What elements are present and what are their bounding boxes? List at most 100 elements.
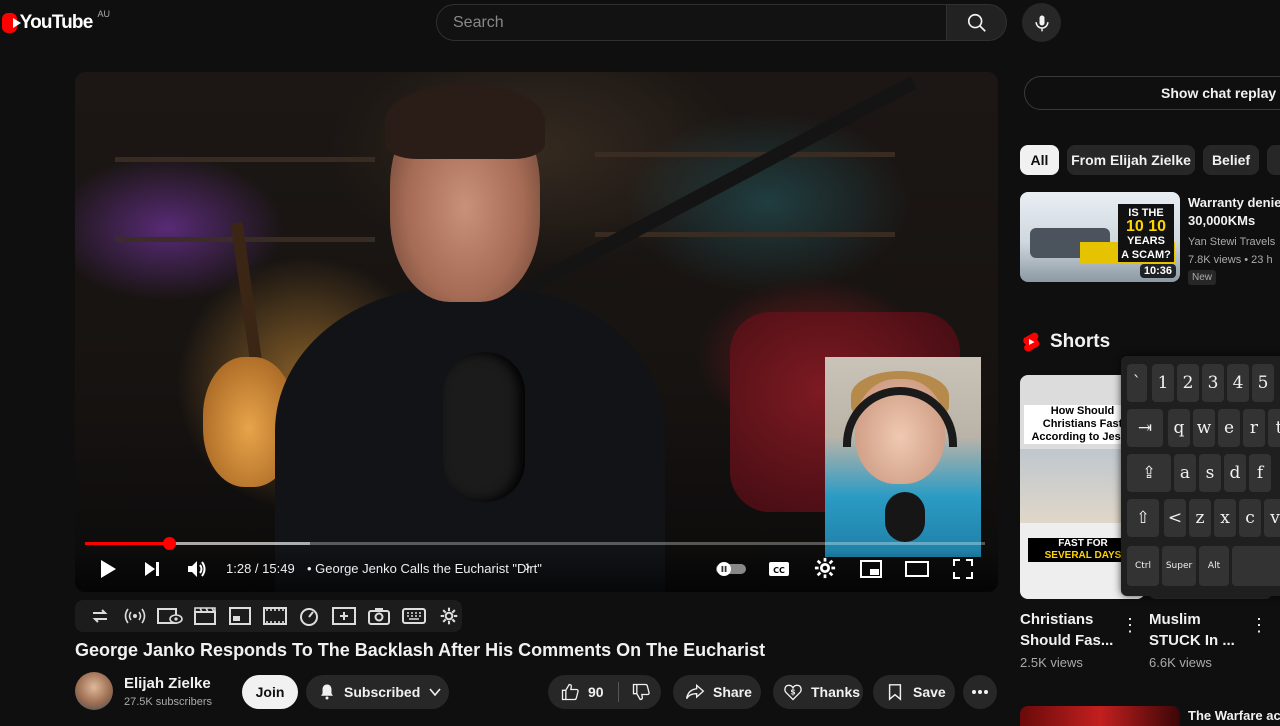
- next-button[interactable]: [139, 556, 165, 582]
- camera-icon[interactable]: [366, 605, 392, 627]
- progress-scrubber[interactable]: [162, 537, 176, 550]
- keyboard-key[interactable]: c: [1239, 499, 1261, 537]
- play-icon: [101, 560, 116, 578]
- share-button[interactable]: Share: [673, 675, 761, 709]
- keyboard-key[interactable]: 1: [1152, 364, 1174, 402]
- shift-key[interactable]: ⇧: [1127, 499, 1159, 537]
- settings-button[interactable]: [813, 556, 837, 580]
- recommended-channel[interactable]: Yan Stewi Travels: [1188, 236, 1275, 248]
- loop-icon[interactable]: [87, 605, 113, 627]
- podcast-microphone: [443, 352, 525, 502]
- video-player[interactable]: 1:28 / 15:49 • George Jenko Calls the Eu…: [75, 72, 998, 592]
- voice-search-button[interactable]: [1022, 3, 1061, 42]
- speed-gauge-icon[interactable]: [297, 605, 323, 627]
- show-chat-replay-button[interactable]: Show chat replay: [1024, 76, 1280, 110]
- chip-next[interactable]: [1267, 145, 1280, 175]
- bell-icon: [321, 684, 333, 700]
- fullscreen-button[interactable]: [951, 557, 975, 581]
- channel-name[interactable]: Elijah Zielke: [124, 675, 211, 692]
- chip-all[interactable]: All: [1020, 145, 1059, 175]
- picture-in-picture-icon[interactable]: [227, 605, 253, 627]
- channel-avatar[interactable]: [75, 672, 113, 710]
- extension-settings-icon[interactable]: [436, 605, 462, 627]
- keyboard-key[interactable]: 2: [1177, 364, 1199, 402]
- thanks-button[interactable]: $ Thanks: [773, 675, 863, 709]
- broadcast-icon[interactable]: [122, 605, 148, 627]
- search-icon: [967, 13, 986, 32]
- volume-button[interactable]: [184, 556, 210, 582]
- keyboard-key[interactable]: e: [1218, 409, 1240, 447]
- subscribed-button[interactable]: Subscribed: [306, 675, 449, 709]
- join-button[interactable]: Join: [242, 675, 298, 709]
- more-vertical-icon[interactable]: ⋮: [1250, 615, 1268, 635]
- next-video-title[interactable]: The Warfare ac: [1188, 708, 1280, 723]
- tab-key[interactable]: ⇥: [1127, 409, 1163, 447]
- keyboard-key[interactable]: `: [1127, 364, 1147, 402]
- chapter-title[interactable]: • George Jenko Calls the Eucharist "Dirt…: [307, 561, 542, 576]
- miniplayer-icon: [860, 560, 882, 578]
- svg-text:$: $: [790, 688, 795, 697]
- more-vertical-icon[interactable]: ⋮: [1121, 615, 1139, 635]
- autoplay-toggle[interactable]: [715, 558, 747, 580]
- recommended-meta: 7.8K views • 23 h: [1188, 254, 1273, 266]
- keyboard-key[interactable]: 4: [1227, 364, 1249, 402]
- thanks-label: Thanks: [811, 684, 861, 700]
- subtitles-button[interactable]: CC: [767, 558, 791, 580]
- chapter-chevron-icon[interactable]: ›: [525, 558, 530, 576]
- youtube-logo[interactable]: YouTube AU: [0, 8, 110, 38]
- keyboard-key[interactable]: v: [1264, 499, 1280, 537]
- keyboard-key[interactable]: x: [1214, 499, 1236, 537]
- more-actions-button[interactable]: [963, 675, 997, 709]
- keyboard-key[interactable]: d: [1224, 454, 1246, 492]
- keyboard-key[interactable]: 3: [1202, 364, 1224, 402]
- miniplayer-button[interactable]: [859, 558, 883, 580]
- shorts-icon: [1023, 332, 1040, 352]
- video-eye-icon[interactable]: [156, 605, 183, 627]
- shorts-label: Shorts: [1050, 331, 1111, 352]
- chip-belief[interactable]: Belief: [1203, 145, 1259, 175]
- super-key[interactable]: Super: [1162, 546, 1196, 586]
- time-display: 1:28 / 15:49: [226, 561, 295, 576]
- theater-icon: [905, 561, 929, 577]
- keyboard-key[interactable]: t: [1268, 409, 1280, 447]
- thumbs-up-icon: [561, 683, 579, 701]
- keyboard-key[interactable]: z: [1189, 499, 1211, 537]
- save-button[interactable]: Save: [873, 675, 955, 709]
- like-button[interactable]: 90: [560, 682, 619, 702]
- dislike-button[interactable]: [619, 682, 651, 702]
- play-button[interactable]: [95, 556, 121, 582]
- next-video-thumbnail[interactable]: [1020, 706, 1180, 726]
- keyboard-key[interactable]: s: [1199, 454, 1221, 492]
- short-title[interactable]: Muslim STUCK In ...: [1149, 609, 1235, 651]
- keyboard-key[interactable]: w: [1193, 409, 1215, 447]
- short-title[interactable]: Christians Should Fas...: [1020, 609, 1113, 651]
- caps-lock-key[interactable]: ⇪: [1127, 454, 1171, 492]
- keyboard-key[interactable]: a: [1174, 454, 1196, 492]
- keyboard-icon[interactable]: [401, 605, 427, 627]
- volume-icon: [188, 561, 206, 577]
- keyboard-key[interactable]: f: [1249, 454, 1271, 492]
- keyboard-key[interactable]: q: [1168, 409, 1190, 447]
- keyboard-key[interactable]: <: [1164, 499, 1186, 537]
- add-screenshot-icon[interactable]: [331, 605, 357, 627]
- cc-icon: CC: [769, 562, 789, 576]
- theater-mode-button[interactable]: [904, 558, 930, 580]
- film-strip-icon[interactable]: [262, 605, 288, 627]
- clapperboard-icon[interactable]: [192, 605, 218, 627]
- alt-key[interactable]: Alt: [1199, 546, 1229, 586]
- short-views: 2.5K views: [1020, 655, 1083, 670]
- search-input[interactable]: [453, 13, 946, 32]
- recommended-video-thumbnail[interactable]: IS THE 10 10 YEARS A SCAM? 10:36: [1020, 192, 1180, 282]
- keyboard-key[interactable]: 5: [1252, 364, 1274, 402]
- region-code: AU: [97, 9, 110, 19]
- keyboard-key[interactable]: r: [1243, 409, 1265, 447]
- space-key[interactable]: [1232, 546, 1280, 586]
- search-button[interactable]: [946, 4, 1007, 41]
- share-label: Share: [713, 684, 752, 700]
- ctrl-key[interactable]: Ctrl: [1127, 546, 1159, 586]
- chip-from-channel[interactable]: From Elijah Zielke: [1067, 145, 1195, 175]
- video-title: George Janko Responds To The Backlash Af…: [75, 640, 766, 660]
- subscriber-count: 27.5K subscribers: [124, 696, 213, 708]
- recommended-video-title[interactable]: Warranty denied 30,000KMs: [1188, 194, 1280, 230]
- video-duration: 10:36: [1139, 264, 1176, 278]
